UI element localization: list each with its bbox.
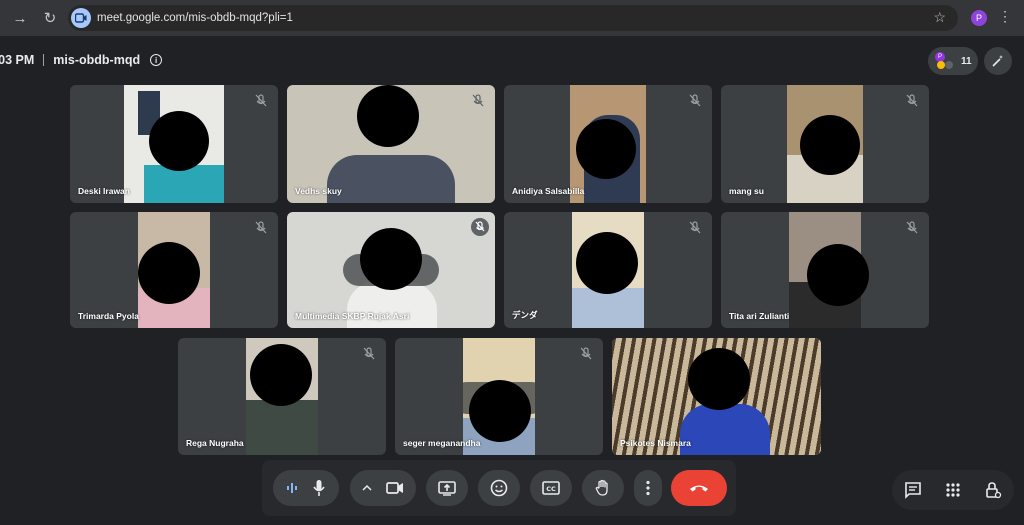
mic-off-icon (252, 92, 270, 110)
face-redaction (800, 115, 860, 175)
header-divider (43, 54, 45, 66)
participant-tile[interactable]: Anidiya Salsabilla (504, 85, 712, 203)
chat-icon[interactable] (901, 478, 925, 502)
face-redaction (138, 242, 200, 304)
face-redaction (149, 111, 209, 171)
present-button[interactable] (426, 470, 468, 506)
participant-tile[interactable]: mang su (721, 85, 929, 203)
bookmark-star-icon[interactable]: ☆ (933, 9, 946, 26)
svg-text:CC: CC (546, 485, 556, 493)
audio-level-icon (286, 481, 298, 495)
meeting-header: :03 PM mis-obdb-mqd i (0, 48, 163, 72)
participant-name: Vedhs skuy (295, 186, 342, 196)
address-bar[interactable]: meet.google.com/mis-obdb-mqd?pli=1 ☆ (68, 5, 958, 31)
more-options-button[interactable] (634, 470, 662, 506)
url-text: meet.google.com/mis-obdb-mqd?pli=1 (97, 12, 293, 24)
mic-off-icon (360, 345, 378, 363)
mic-toggle-group[interactable] (273, 470, 339, 506)
host-controls-icon[interactable] (981, 478, 1005, 502)
end-call-button[interactable] (671, 470, 727, 506)
mic-icon[interactable] (312, 479, 326, 497)
participant-name: Psikotes Nismara (620, 438, 691, 448)
face-redaction (360, 228, 422, 290)
participant-tile[interactable]: Tita ari Zulianti (721, 212, 929, 328)
reload-icon[interactable]: ↻ (36, 4, 64, 32)
reactions-button[interactable] (478, 470, 520, 506)
magic-edit-icon[interactable] (984, 47, 1012, 75)
face-redaction (576, 119, 636, 179)
browser-toolbar: → ↻ meet.google.com/mis-obdb-mqd?pli=1 ☆… (0, 0, 1024, 36)
participant-clothing (144, 165, 224, 203)
participant-tile[interactable]: Rega Nugraha (178, 338, 386, 455)
mic-off-icon (252, 219, 270, 237)
chevron-up-icon[interactable] (362, 484, 372, 492)
info-icon[interactable]: i (150, 54, 163, 66)
participant-name: mang su (729, 186, 764, 196)
participant-clothing (246, 400, 318, 455)
people-avatars-icon: P (933, 50, 955, 72)
captions-icon: CC (542, 481, 560, 495)
meeting-code: mis-obdb-mqd (53, 53, 141, 67)
raise-hand-button[interactable] (582, 470, 624, 506)
camera-toggle-group[interactable] (350, 470, 416, 506)
captions-button[interactable]: CC (530, 470, 572, 506)
face-redaction (469, 380, 531, 442)
participant-name: Tita ari Zulianti (729, 311, 790, 321)
emoji-icon (490, 479, 508, 497)
mic-off-icon (469, 92, 487, 110)
face-redaction (576, 232, 638, 294)
face-redaction (807, 244, 869, 306)
mic-off-icon (903, 92, 921, 110)
present-icon (438, 480, 456, 496)
participant-tile[interactable]: Trimarda Pyola (70, 212, 278, 328)
participant-name: Trimarda Pyola (78, 311, 139, 321)
participant-clothing (327, 155, 455, 203)
participant-tile[interactable]: Vedhs skuy (287, 85, 495, 203)
mic-off-icon (577, 345, 595, 363)
participant-count: 11 (961, 55, 972, 67)
participant-tile-active[interactable]: Psikotes Nismara (612, 338, 821, 455)
participant-tile[interactable]: ☚ ⋮ Multimedia SKBP Rujak Asri (287, 212, 495, 328)
face-redaction (688, 348, 750, 410)
participant-name: seger meganandha (403, 438, 481, 448)
more-options-icon (646, 480, 650, 496)
end-call-icon (689, 483, 709, 493)
site-info-icon[interactable] (71, 8, 91, 28)
participant-tile[interactable]: Deski Irawan (70, 85, 278, 203)
participant-name: デンダ (512, 310, 538, 320)
meeting-time: :03 PM (0, 53, 35, 67)
mic-off-icon (686, 219, 704, 237)
forward-icon[interactable]: → (6, 4, 34, 32)
participant-name: Anidiya Salsabilla (512, 186, 585, 196)
people-button[interactable]: P 11 (928, 47, 978, 75)
camera-icon[interactable] (386, 481, 404, 495)
participant-name: Rega Nugraha (186, 438, 244, 448)
participant-clothing (680, 404, 770, 455)
raise-hand-icon (594, 479, 612, 497)
browser-menu-icon[interactable]: ⋮ (998, 8, 1012, 25)
participant-clothing (572, 288, 644, 328)
mic-off-icon (471, 218, 489, 236)
mic-off-icon (686, 92, 704, 110)
face-redaction (357, 85, 419, 147)
participant-tile[interactable]: デンダ (504, 212, 712, 328)
participant-tile[interactable]: ☚ ⋮ seger meganandha (395, 338, 603, 455)
profile-avatar[interactable]: P (971, 10, 987, 26)
activities-icon[interactable] (941, 478, 965, 502)
mic-off-icon (903, 219, 921, 237)
participant-name: Deski Irawan (78, 186, 130, 196)
participant-name: Multimedia SKBP Rujak Asri (295, 311, 410, 321)
face-redaction (250, 344, 312, 406)
